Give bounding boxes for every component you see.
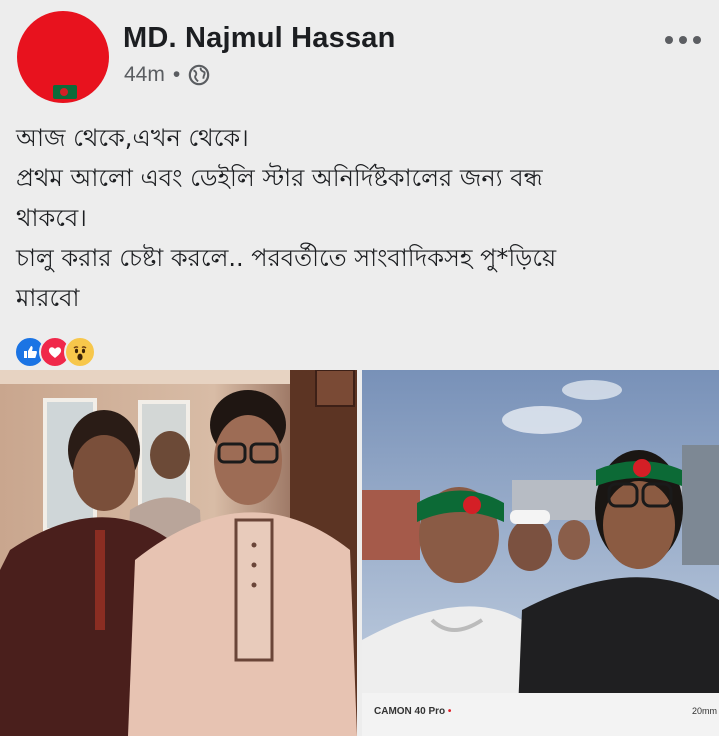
- post-text-line: মারবো: [16, 284, 80, 312]
- wow-icon: [64, 336, 96, 368]
- author-name[interactable]: MD. Najmul Hassan: [123, 22, 396, 55]
- avatar[interactable]: [17, 11, 109, 103]
- reaction-summary[interactable]: [14, 336, 96, 368]
- meta-separator: •: [172, 63, 181, 86]
- post-header: MD. Najmul Hassan 44m •: [0, 0, 719, 110]
- post-card: MD. Najmul Hassan 44m • আজ থেকে,এখন থেকে…: [0, 0, 719, 736]
- dot-icon: [665, 36, 673, 44]
- post-text-line: চালু করার চেষ্টা করলে.. পরবর্তীতে সাংবাদ…: [16, 244, 557, 272]
- camera-focal-length: 20mm: [692, 706, 718, 716]
- camera-watermark: CAMON 40 Pro • 20mm: [362, 693, 719, 736]
- post-meta: 44m •: [124, 63, 210, 87]
- photo-image: [362, 370, 719, 736]
- post-text-line: থাকবে।: [16, 204, 87, 232]
- post-text-line: আজ থেকে,এখন থেকে।: [16, 124, 249, 152]
- dot-icon: [679, 36, 687, 44]
- post-photo-left[interactable]: [0, 370, 357, 736]
- camera-model: CAMON 40 Pro •: [374, 706, 452, 717]
- globe-icon[interactable]: [188, 64, 210, 86]
- more-options-button[interactable]: [665, 30, 705, 50]
- dot-icon: [693, 36, 701, 44]
- photo-image: [0, 370, 357, 736]
- flag-badge-icon: [53, 85, 77, 99]
- post-text-line: প্রথম আলো এবং ডেইলি স্টার অনির্দিষ্টকালে…: [16, 164, 543, 192]
- post-text: আজ থেকে,এখন থেকে। প্রথম আলো এবং ডেইলি স্…: [16, 118, 706, 318]
- post-time[interactable]: 44m: [124, 63, 165, 87]
- post-photo-right[interactable]: CAMON 40 Pro • 20mm: [362, 370, 719, 736]
